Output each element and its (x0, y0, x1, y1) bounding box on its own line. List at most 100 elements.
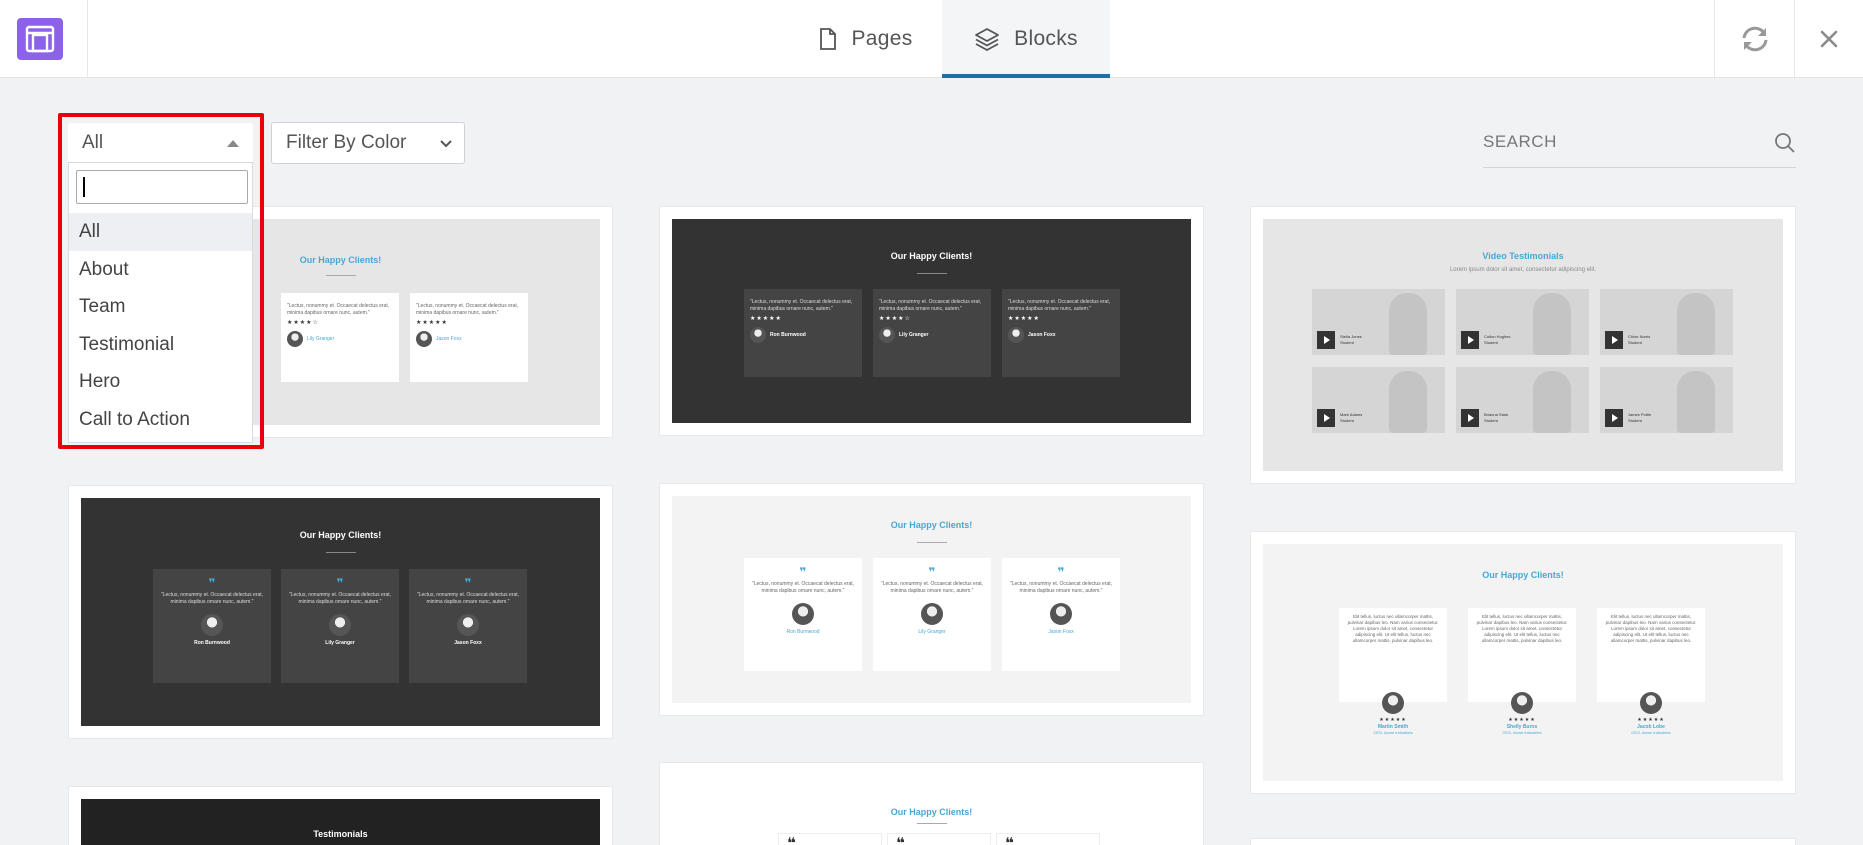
preview-title: Video Testimonials (1482, 251, 1564, 261)
quote-icon: ❝ (896, 835, 905, 845)
preview-divider (916, 273, 947, 274)
quote-icon: ❞ (464, 576, 472, 590)
close-icon (1820, 30, 1838, 47)
dropdown-option-about[interactable]: About (69, 251, 252, 289)
play-icon[interactable] (1461, 409, 1479, 427)
testimonial-card: ❞ "Lectus, nonummy et. Occaecat delectus… (744, 558, 862, 671)
avatar (921, 603, 943, 625)
testimonial-text: "Lectus, nonummy et. Occaecat delectus e… (416, 303, 519, 316)
close-button[interactable] (1794, 0, 1863, 77)
person-name: Mark Adams (1340, 412, 1363, 417)
color-filter-placeholder: Filter By Color (286, 132, 407, 153)
block-card[interactable]: Video Testimonials Lorem ipsum dolor sit… (1250, 206, 1796, 484)
testimonial-stars: ★★★★★ (1008, 316, 1040, 322)
search-icon[interactable] (1774, 132, 1796, 154)
testimonial-role: CEO, Acme Industries (1373, 730, 1413, 735)
block-card[interactable]: Our Happy Clients! ❞ "Lectus, nonummy et… (659, 483, 1204, 716)
tab-blocks-label: Blocks (1014, 27, 1078, 50)
testimonial-name: Ron Burnwood (194, 640, 230, 646)
block-preview: Our Happy Clients! ❝ ❝ ❝ (672, 775, 1191, 845)
avatar (1008, 327, 1024, 343)
quote-icon: ❞ (208, 576, 216, 590)
block-card[interactable]: Our Happy Clients! ❝ ❝ ❝ (659, 762, 1204, 845)
block-preview: Our Happy Clients! ❞ "Lectus, nonummy et… (81, 498, 600, 726)
block-card[interactable]: Our Happy Clients! "Lectus, nonummy et. … (659, 206, 1204, 436)
tab-pages[interactable]: Pages (790, 0, 942, 78)
testimonial-name: Ron Burnwood (786, 629, 820, 635)
avatar (879, 327, 895, 343)
quote-icon: ❝ (787, 835, 796, 845)
top-bar: Pages Blocks (0, 0, 1863, 78)
person-role: Student (1340, 418, 1354, 423)
play-icon[interactable] (1317, 409, 1335, 427)
testimonial-stars: ★★★★★ (416, 320, 448, 326)
play-icon[interactable] (1317, 331, 1335, 349)
testimonial-author: ★★★★★ Shelly Burns CEO, Acme Industries (1468, 692, 1576, 735)
testimonial-name: Lily Granger (307, 335, 335, 342)
testimonial-card: ❞ "Lectus, nonummy et. Occaecat delectus… (409, 569, 527, 683)
video-card: Mark Adams Student (1312, 367, 1445, 433)
dropdown-option-testimonial[interactable]: Testimonial (69, 326, 252, 364)
color-filter-select[interactable]: Filter By Color (271, 122, 465, 164)
testimonial-name: Lily Granger (325, 640, 355, 646)
avatar (1511, 692, 1533, 714)
preview-subtitle: Lorem ipsum dolor sit amet, consectetur … (1449, 267, 1597, 273)
category-select[interactable]: All (68, 123, 253, 163)
testimonial-name: Lily Granger (918, 629, 946, 635)
avatar (457, 614, 479, 636)
block-card[interactable]: Testimonials (68, 786, 613, 845)
video-card: Chloe Norris Student (1600, 289, 1733, 355)
block-card[interactable]: Our Happy Clients! Elit tellus, luctus n… (1250, 531, 1796, 794)
block-preview: Our Happy Clients! Elit tellus, luctus n… (1263, 544, 1783, 781)
preview-title: Our Happy Clients! (890, 807, 973, 817)
testimonial-stars: ★★★★★ (1508, 717, 1536, 723)
sync-button[interactable] (1714, 0, 1794, 77)
testimonial-text: "Lectus, nonummy et. Occaecat delectus e… (1008, 299, 1111, 312)
block-card[interactable]: Our Happy Clients! ❞ "Lectus, nonummy et… (68, 485, 613, 739)
app-logo-icon[interactable] (17, 18, 63, 60)
block-preview: Our Happy Clients! "Lectus, nonummy et. … (672, 219, 1191, 423)
preview-divider (916, 823, 947, 824)
testimonial-text: "Lectus, nonummy et. Occaecat delectus e… (879, 299, 982, 312)
dropdown-options: All About Team Testimonial Hero Call to … (69, 213, 252, 438)
avatar (1640, 692, 1662, 714)
sync-icon (1742, 26, 1767, 51)
person-name: Stella Jones (1340, 334, 1362, 339)
preview-divider (916, 542, 947, 543)
search-input[interactable] (1483, 124, 1753, 160)
testimonial-text: Elit tellus, luctus nec ullamcorper matt… (1476, 614, 1568, 643)
avatar (416, 331, 432, 347)
play-icon[interactable] (1605, 409, 1623, 427)
testimonial-card: Elit tellus, luctus nec ullamcorper matt… (1597, 608, 1705, 702)
avatar (1050, 603, 1072, 625)
preview-title: Our Happy Clients! (890, 251, 973, 261)
testimonial-stars: ★★★★★ (1379, 717, 1407, 723)
testimonial-role: CEO, Acme Industries (1502, 730, 1542, 735)
avatar (750, 327, 766, 343)
person-name: Colton Hughes (1484, 334, 1511, 339)
dropdown-option-hero[interactable]: Hero (69, 363, 252, 401)
testimonial-text: "Lectus, nonummy et. Occaecat delectus e… (750, 299, 853, 312)
play-icon[interactable] (1605, 331, 1623, 349)
dropdown-search-input[interactable] (76, 170, 248, 204)
testimonial-text: "Lectus, nonummy et. Occaecat delectus e… (288, 592, 392, 605)
testimonial-stars: ★★★★☆ (879, 316, 911, 322)
testimonial-text: Elit tellus, luctus nec ullamcorper matt… (1605, 614, 1697, 643)
preview-title: Our Happy Clients! (890, 520, 973, 530)
dropdown-option-call-to-action[interactable]: Call to Action (69, 401, 252, 439)
testimonial-card: ❞ "Lectus, nonummy et. Occaecat delectus… (873, 558, 991, 671)
block-card[interactable] (1250, 838, 1796, 845)
person-name: Chloe Norris (1628, 334, 1651, 339)
tab-pages-label: Pages (851, 27, 913, 50)
tab-blocks[interactable]: Blocks (942, 0, 1110, 78)
dropdown-option-all[interactable]: All (69, 213, 252, 251)
play-icon[interactable] (1461, 331, 1479, 349)
dropdown-option-team[interactable]: Team (69, 288, 252, 326)
person-role: Student (1340, 340, 1354, 345)
testimonial-card: ❝ (996, 833, 1100, 845)
testimonial-name: Lily Granger (899, 331, 929, 338)
block-preview: Video Testimonials Lorem ipsum dolor sit… (1263, 219, 1783, 471)
testimonial-card: "Lectus, nonummy et. Occaecat delectus e… (744, 289, 862, 377)
video-card: Brianna Stark Student (1456, 367, 1589, 433)
testimonial-name: Jason Foxx (1028, 331, 1056, 338)
